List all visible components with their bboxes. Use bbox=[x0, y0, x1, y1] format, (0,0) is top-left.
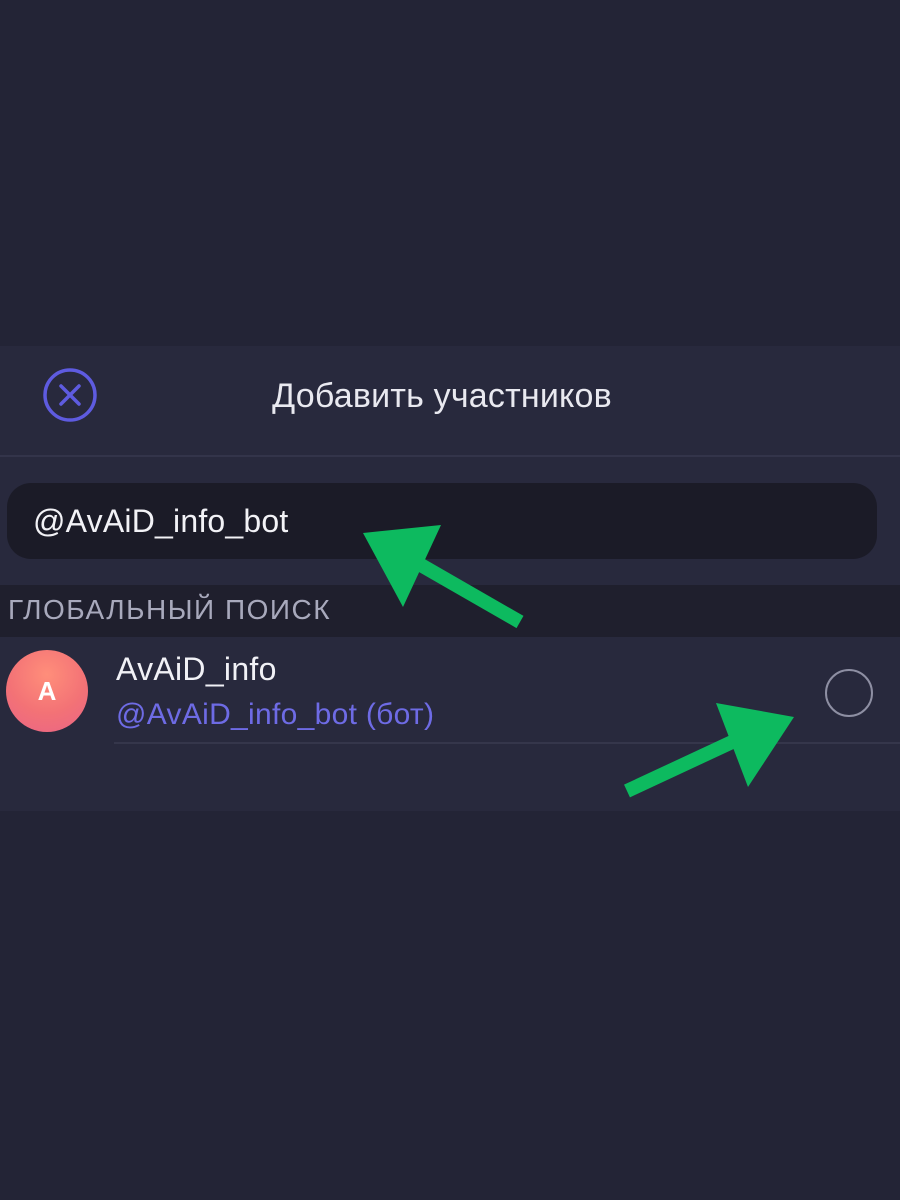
avatar: A bbox=[6, 650, 88, 732]
search-input[interactable]: @AvAiD_info_bot bbox=[7, 483, 877, 559]
result-username: @AvAiD_info_bot (бот) bbox=[116, 698, 435, 731]
row-divider bbox=[114, 742, 900, 744]
result-name: AvAiD_info bbox=[116, 651, 277, 687]
avatar-letter: A bbox=[37, 675, 57, 706]
header-divider bbox=[0, 455, 900, 457]
section-label-global-search: ГЛОБАЛЬНЫЙ ПОИСК bbox=[8, 594, 332, 625]
page-title: Добавить участников bbox=[272, 377, 612, 415]
screen: Добавить участников @AvAiD_info_bot ГЛОБ… bbox=[0, 0, 900, 1200]
search-input-value: @AvAiD_info_bot bbox=[33, 502, 289, 539]
select-checkbox[interactable] bbox=[825, 669, 873, 717]
